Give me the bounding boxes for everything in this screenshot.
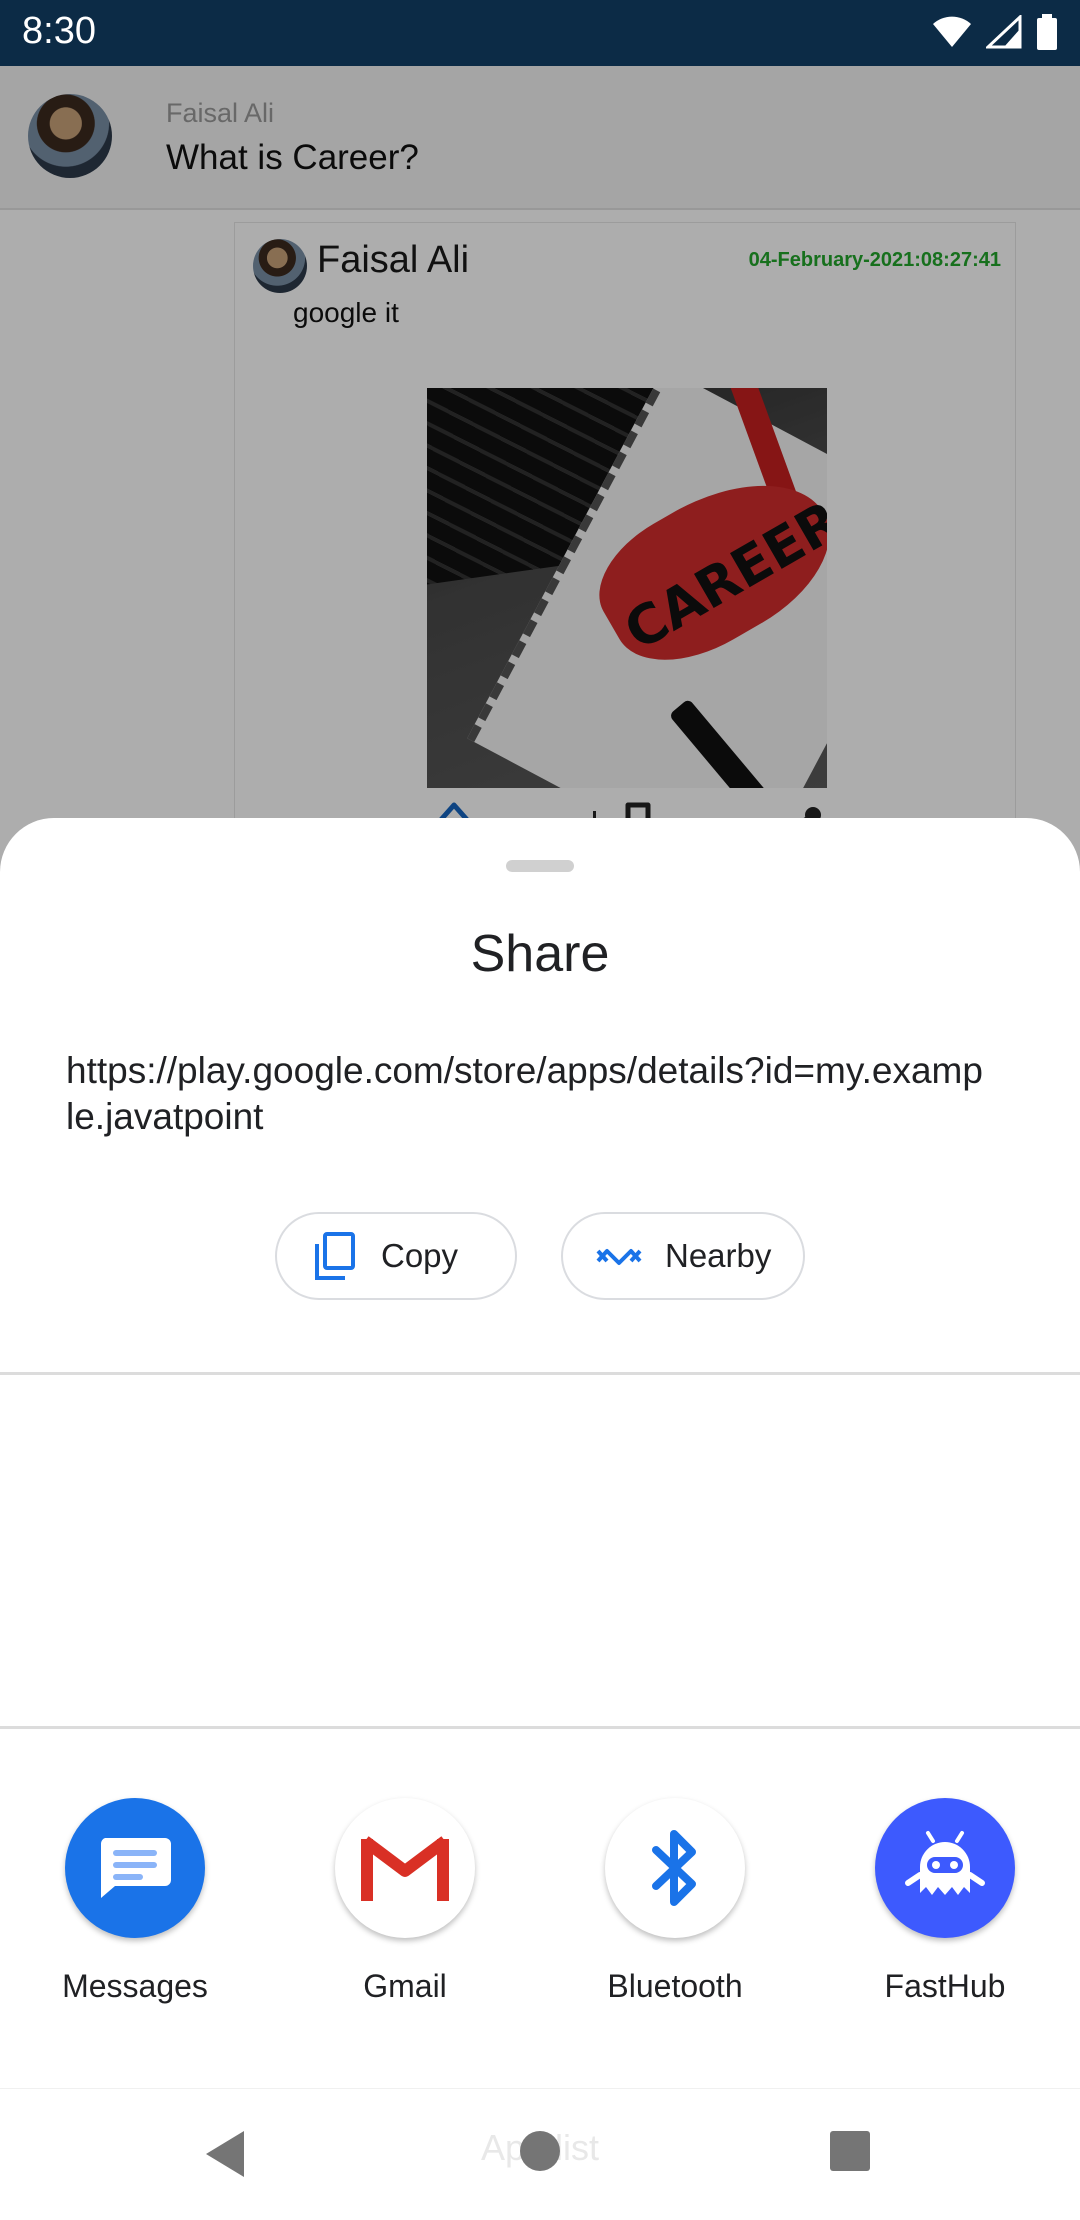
bluetooth-icon[interactable] — [605, 1798, 745, 1938]
divider — [0, 1372, 1080, 1375]
battery-icon — [1036, 14, 1058, 55]
share-target-bluetooth[interactable]: Bluetooth — [575, 1798, 775, 2005]
messages-icon[interactable] — [65, 1798, 205, 1938]
share-target-fasthub[interactable]: FastHub — [845, 1798, 1045, 2005]
share-targets: Messages Gmail Bluetooth FastHub — [0, 1798, 1080, 2018]
navigation-bar: App list — [0, 2088, 1080, 2220]
nearby-button[interactable]: Nearby — [561, 1212, 805, 1300]
signal-icon — [984, 13, 1022, 54]
share-url-text: https://play.google.com/store/apps/detai… — [66, 1050, 983, 1137]
wifi-icon — [932, 15, 972, 54]
home-icon[interactable] — [518, 2129, 562, 2178]
share-target-messages[interactable]: Messages — [35, 1798, 235, 2005]
nearby-label: Nearby — [665, 1237, 772, 1274]
drag-handle[interactable] — [506, 860, 574, 872]
copy-label: Copy — [381, 1237, 459, 1274]
copy-icon — [311, 1232, 359, 1280]
gmail-icon[interactable] — [335, 1798, 475, 1938]
status-icons — [932, 13, 1058, 55]
share-target-label: Bluetooth — [607, 1968, 743, 2004]
back-icon[interactable] — [204, 2129, 248, 2184]
share-sheet: Share https://play.google.com/store/apps… — [0, 818, 1080, 2220]
divider — [0, 1726, 1080, 1729]
recents-icon[interactable] — [828, 2129, 872, 2178]
copy-button[interactable]: Copy — [275, 1212, 517, 1300]
status-time: 8:30 — [22, 10, 96, 52]
share-target-label: FastHub — [884, 1968, 1006, 2004]
share-target-label: Gmail — [363, 1968, 447, 2004]
status-bar: 8:30 — [0, 0, 1080, 66]
nearby-icon — [595, 1232, 643, 1280]
share-target-label: Messages — [62, 1968, 208, 2004]
share-title: Share — [470, 925, 610, 983]
share-target-gmail[interactable]: Gmail — [305, 1798, 505, 2005]
fasthub-icon[interactable] — [875, 1798, 1015, 1938]
